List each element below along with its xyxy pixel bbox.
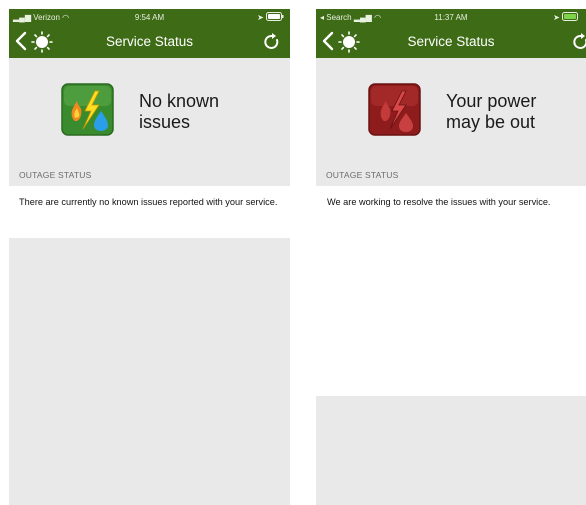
status-bar: ▂▄▆ Verizon ◠ 9:54 AM ➤	[9, 9, 290, 26]
nav-bar: Service Status	[316, 26, 586, 58]
status-hero: No known issues	[9, 58, 290, 158]
utility-status-outage-icon	[368, 83, 421, 136]
page-title: Service Status	[105, 34, 194, 49]
empty-area	[316, 396, 586, 505]
refresh-icon[interactable]	[263, 32, 281, 52]
screen-power-out: ◂ Search ▂▄▆ ◠ 11:37 AM ➤ Service Status…	[316, 9, 586, 505]
status-message: Your power may be out	[446, 91, 537, 132]
outage-status-header: OUTAGE STATUS	[316, 158, 586, 186]
clock: 9:54 AM	[134, 13, 165, 22]
status-bar: ◂ Search ▂▄▆ ◠ 11:37 AM ➤	[316, 9, 586, 26]
page-title: Service Status	[407, 34, 495, 49]
battery-icon	[266, 12, 284, 21]
clock: 11:37 AM	[434, 13, 468, 22]
nav-bar: Service Status	[9, 26, 290, 58]
screen-no-issues: ▂▄▆ Verizon ◠ 9:54 AM ➤ Service Status N…	[9, 9, 290, 505]
section-label: OUTAGE STATUS	[326, 170, 399, 180]
battery-icon	[562, 12, 578, 21]
utility-status-ok-icon	[61, 83, 114, 136]
status-hero: Your power may be out	[316, 58, 586, 158]
outage-detail: We are working to resolve the issues wit…	[316, 186, 586, 218]
location-icon: ➤	[257, 13, 264, 22]
section-label: OUTAGE STATUS	[19, 170, 92, 180]
outage-detail: There are currently no known issues repo…	[9, 186, 290, 218]
refresh-icon[interactable]	[572, 32, 586, 52]
location-icon: ➤	[553, 13, 560, 22]
outage-status-header: OUTAGE STATUS	[9, 158, 290, 186]
empty-area	[9, 238, 290, 505]
status-message: No known issues	[139, 91, 220, 132]
